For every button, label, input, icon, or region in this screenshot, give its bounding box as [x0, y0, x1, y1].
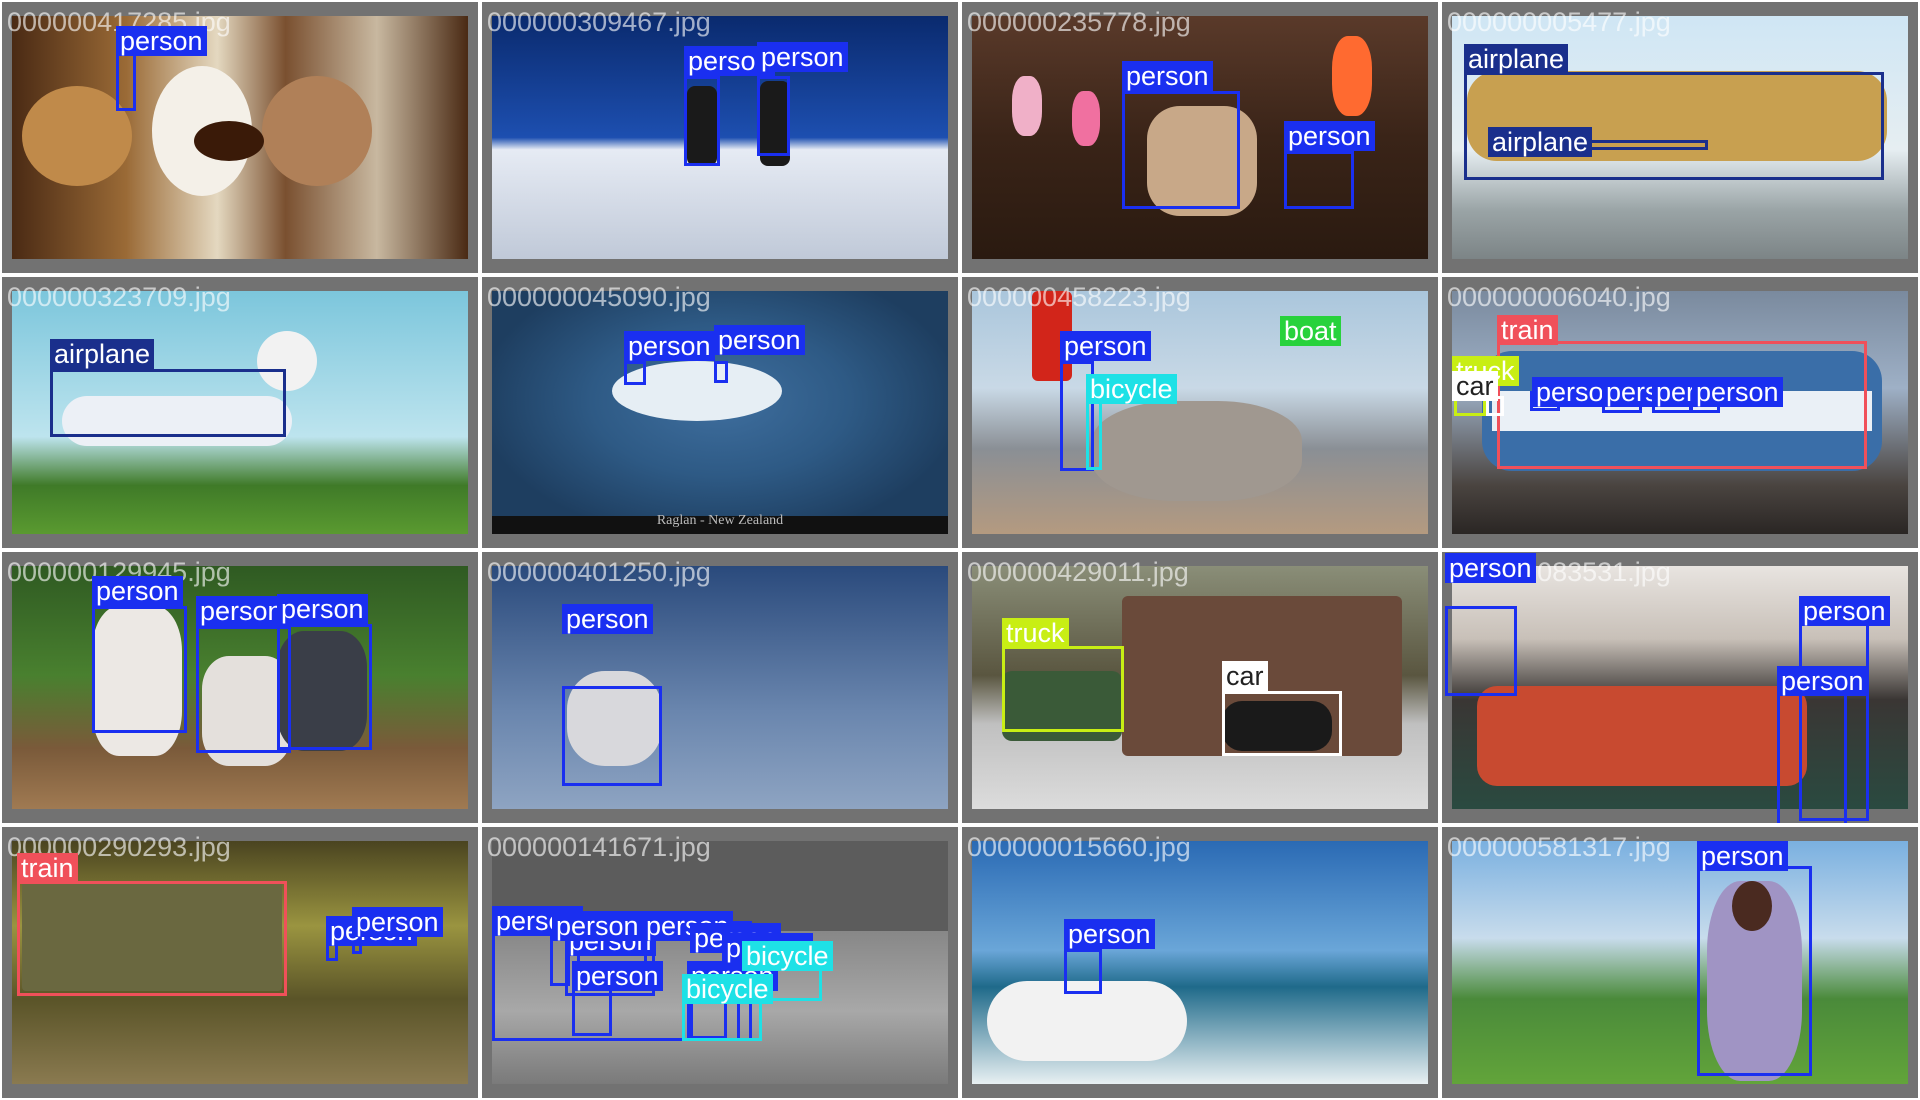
image-tile[interactable]: 000000458223.jpg person bicycle boat [962, 277, 1438, 548]
detection-label-person: person [196, 596, 287, 626]
filename-label: 000000005477.jpg [1447, 7, 1671, 37]
image-tile[interactable]: 000000581317.jpg person [1442, 827, 1918, 1098]
image-tile[interactable]: 000000290293.jpgtrainpersonperson [2, 827, 478, 1098]
bounding-box-person [714, 361, 728, 383]
detection-label-person: person [552, 911, 643, 941]
detection-label-person: person [277, 594, 368, 624]
photo-object [1477, 686, 1807, 786]
detection-label-airplane: airplane [50, 339, 155, 369]
detection-label-bicycle: bicycle [742, 941, 833, 971]
image-tile[interactable]: 000000429011.jpg truck car [962, 552, 1438, 823]
detection-label-person: person [92, 576, 183, 606]
bounding-box-person [1697, 866, 1812, 1076]
detection-label-airplane: airplane [1464, 44, 1569, 74]
detection-label-train: train [17, 853, 78, 883]
detection-label-person: person [1445, 553, 1536, 583]
detection-label-person: person [352, 907, 443, 937]
image-tile[interactable]: 000000323709.jpg airplane [2, 277, 478, 548]
detection-label-bicycle: bicycle [682, 974, 773, 1004]
filename-label: 000000235778.jpg [967, 7, 1191, 37]
detection-label-person: person [1799, 596, 1890, 626]
photo-caption: Raglan - New Zealand [656, 513, 784, 528]
image-tile[interactable]: Raglan - New Zealand 000000045090.jpg pers… [482, 277, 958, 548]
image-tile[interactable]: 000000401250.jpg person [482, 552, 958, 823]
bounding-box-train [17, 881, 287, 996]
image-tile[interactable]: 000000083531.jpg person person person [1442, 552, 1918, 823]
detection-label-car: car [1452, 371, 1498, 401]
bounding-box-person [277, 624, 372, 750]
photo [972, 841, 1428, 1084]
photo [1452, 841, 1908, 1084]
detection-label-boat: boat [1280, 316, 1341, 346]
photo-object [262, 76, 372, 186]
detection-label-person: person [572, 961, 663, 991]
photo [972, 291, 1428, 534]
photo-object [1072, 91, 1100, 146]
filename-label: 000000429011.jpg [967, 557, 1189, 587]
detection-label-bicycle: bicycle [1086, 374, 1177, 404]
image-tile[interactable]: 000000015660.jpg person [962, 827, 1438, 1098]
filename-label: 000000309467.jpg [487, 7, 711, 37]
detection-grid: 000000417285.jpg person 000000309467.jpg pe… [0, 0, 1920, 1100]
bounding-box-truck [1002, 646, 1124, 732]
bounding-box-person [1777, 691, 1847, 823]
detection-label-person: person [1284, 121, 1375, 151]
filename-label: 000000458223.jpg [967, 282, 1191, 312]
bounding-box-person [92, 606, 187, 733]
detection-label-car: car [1222, 661, 1268, 691]
bounding-box-person [1122, 91, 1240, 209]
bounding-box-person [562, 686, 662, 786]
detection-label-train: train [1497, 315, 1558, 345]
detection-label-person: person [624, 331, 715, 361]
bounding-box-car [1222, 691, 1342, 756]
detection-label-person: person [1692, 377, 1783, 407]
detection-label-person: person [757, 42, 848, 72]
detection-label-person: person [1697, 841, 1788, 871]
detection-label-person: person [1064, 919, 1155, 949]
image-tile[interactable]: 000000129945.jpg person person person [2, 552, 478, 823]
detection-label-person: person [116, 26, 207, 56]
image-tile[interactable]: 000000309467.jpg person person [482, 2, 958, 273]
filename-label: 000000581317.jpg [1447, 832, 1671, 862]
detection-label-person: person [1060, 331, 1151, 361]
photo-object [1332, 36, 1372, 116]
image-tile[interactable]: 000000235778.jpg person person [962, 2, 1438, 273]
detection-label-person: person [1122, 61, 1213, 91]
filename-label: 000000141671.jpg [487, 832, 711, 862]
image-tile[interactable]: 000000005477.jpg airplane airplane [1442, 2, 1918, 273]
bounding-box-airplane [50, 369, 286, 437]
photo [492, 566, 948, 809]
bounding-box-airplane [1464, 72, 1884, 180]
bounding-box-person [624, 361, 646, 385]
filename-label: 000000045090.jpg [487, 282, 711, 312]
detection-label-airplane: airplane [1488, 127, 1593, 157]
filename-label: 000000401250.jpg [487, 557, 711, 587]
image-tile[interactable]: 000000006040.jpgtraintruckcarpersonperso… [1442, 277, 1918, 548]
photo-object [194, 121, 264, 161]
bounding-box-person [1064, 949, 1102, 994]
detection-label-truck: truck [1002, 618, 1069, 648]
detection-label-person: person [714, 325, 805, 355]
image-tile[interactable]: 000000141671.jpg person person person person… [482, 827, 958, 1098]
detection-label-person: person [562, 604, 653, 634]
filename-label: 000000006040.jpg [1447, 282, 1671, 312]
photo-object [1012, 76, 1042, 136]
bounding-box-person [1445, 606, 1517, 696]
photo-object [1092, 401, 1302, 501]
detection-label-person: person [1777, 666, 1868, 696]
bounding-box-person [757, 76, 790, 156]
filename-label: 000000015660.jpg [967, 832, 1191, 862]
image-tile[interactable]: 000000417285.jpg person [2, 2, 478, 273]
bounding-box-person [684, 76, 720, 166]
bounding-box-person [1284, 151, 1354, 209]
photo [12, 16, 468, 259]
bounding-box-person [116, 53, 136, 111]
filename-label: 000000323709.jpg [7, 282, 231, 312]
